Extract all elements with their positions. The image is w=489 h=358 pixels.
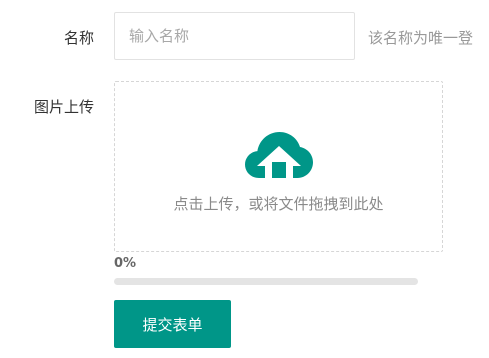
- progress-bar: [114, 278, 418, 285]
- upload-label: 图片上传: [33, 98, 94, 116]
- upload-instruction: 点击上传，或将文件拖拽到此处: [173, 195, 384, 213]
- upload-dropzone[interactable]: 点击上传，或将文件拖拽到此处: [114, 81, 443, 252]
- progress-percentage: 0%: [114, 256, 137, 271]
- cloud-upload-icon: [245, 132, 313, 178]
- upload-form: 名称 该名称为唯一登 图片上传 点击上传，或将文件拖拽到此处 0% 提交表单: [0, 0, 489, 358]
- name-hint: 该名称为唯一登: [368, 29, 474, 47]
- submit-button[interactable]: 提交表单: [114, 300, 231, 348]
- name-label: 名称: [63, 29, 94, 47]
- name-input[interactable]: [114, 12, 355, 60]
